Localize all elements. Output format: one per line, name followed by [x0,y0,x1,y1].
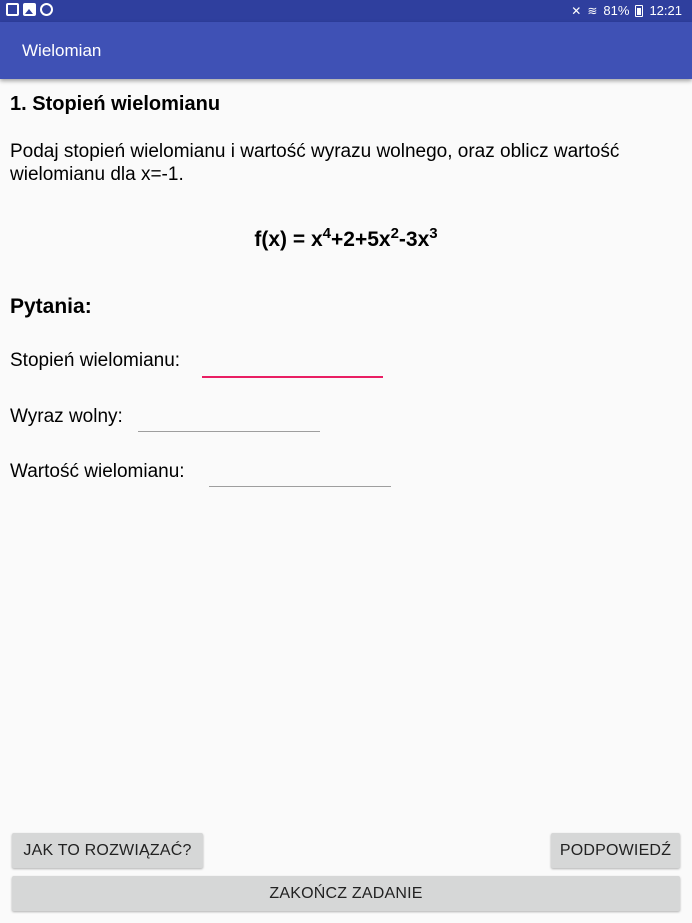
status-bar: ✕ ≋ 81% 12:21 [0,0,692,22]
finish-task-button[interactable]: ZAKOŃCZ ZADANIE [12,876,680,911]
free-term-question: Wyraz wolny: [10,406,123,428]
hint-button[interactable]: PODPOWIEDŹ [551,833,680,868]
polynomial-formula: f(x) = x4+2+5x2-3x3 [10,225,682,252]
value-input[interactable] [209,461,391,487]
screen-icon [6,3,19,16]
questions-heading: Pytania: [10,295,92,318]
app-title: Wielomian [22,41,102,60]
task-description: Podaj stopień wielomianu i wartość wyraz… [10,141,620,185]
degree-question: Stopień wielomianu: [10,350,180,372]
formula-part: f(x) = x [254,228,323,251]
status-right-icons: ✕ ≋ 81% 12:21 [571,3,682,18]
image-icon [23,3,36,16]
value-label: Wartość wielomianu: [10,461,185,482]
clock: 12:21 [649,3,682,18]
mute-icon: ✕ [571,3,582,18]
value-question: Wartość wielomianu: [10,461,185,483]
formula-exponent: 3 [429,225,438,242]
formula-part: +2+5x [331,228,391,251]
free-term-input[interactable] [138,406,320,432]
status-left-icons [6,3,53,16]
battery-level: 81% [603,3,630,18]
degree-label: Stopień wielomianu: [10,350,181,371]
sync-icon [40,3,53,16]
wifi-icon: ≋ [587,3,598,18]
task-title: 1. Stopień wielomianu [10,93,221,115]
free-term-label: Wyraz wolny: [10,406,123,427]
degree-input[interactable] [202,352,383,378]
formula-exponent: 2 [390,225,399,242]
app-bar: Wielomian [0,22,692,79]
how-to-solve-button[interactable]: JAK TO ROZWIĄZAĆ? [12,833,203,868]
task-content: 1. Stopień wielomianu Podaj stopień wiel… [10,93,682,487]
formula-part: -3x [398,228,430,251]
battery-icon [635,4,644,17]
formula-exponent: 4 [322,225,331,242]
